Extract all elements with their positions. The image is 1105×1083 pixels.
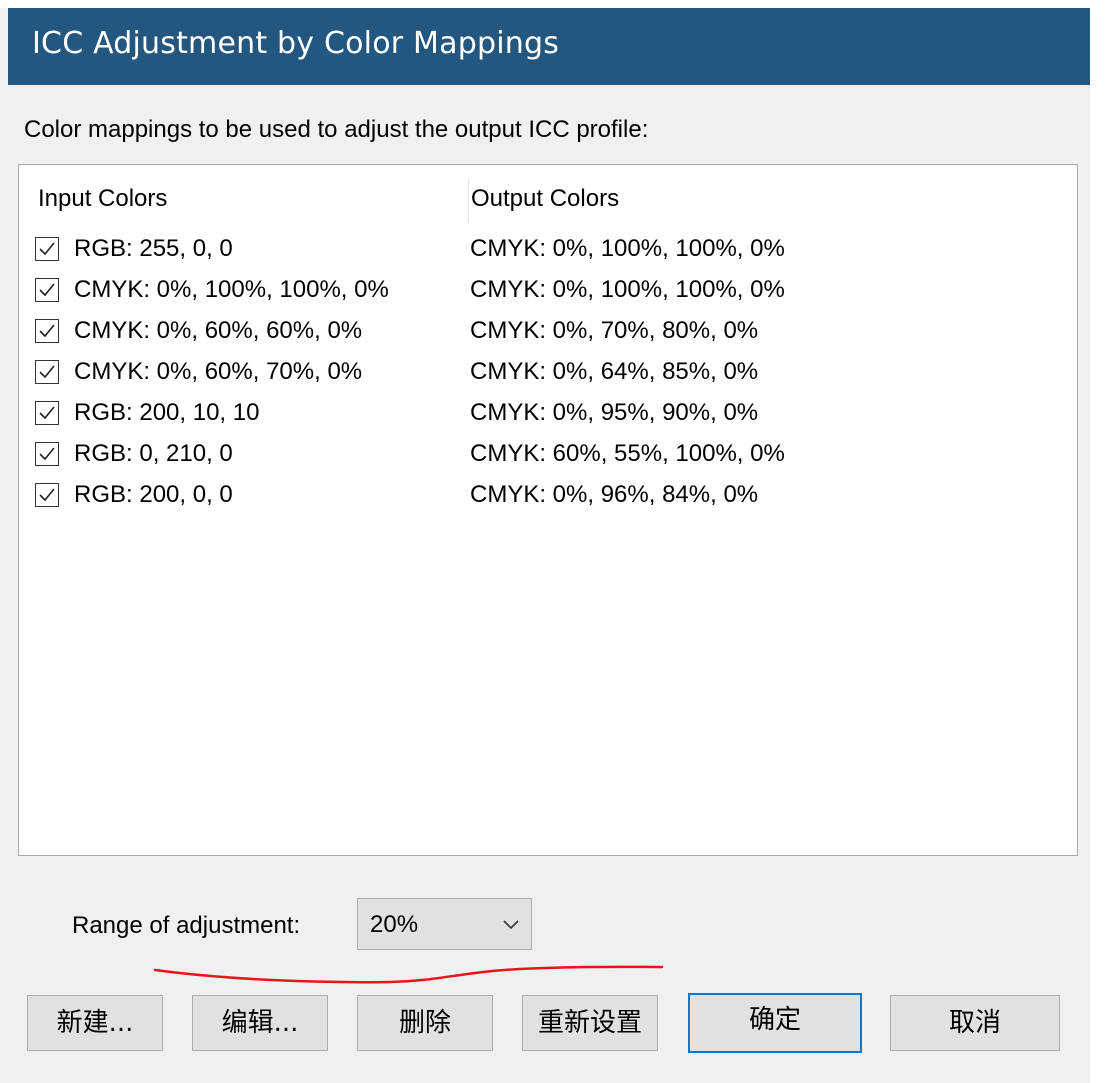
icc-adjustment-dialog: ICC Adjustment by Color Mappings Color m… [0,0,1105,1083]
edit-button[interactable]: 编辑... [192,995,328,1051]
cancel-button[interactable]: 取消 [890,995,1060,1051]
red-annotation-underline [153,965,664,984]
reset-button[interactable]: 重新设置 [522,995,658,1051]
ok-button[interactable]: 确定 [688,993,862,1053]
new-button[interactable]: 新建... [27,995,163,1051]
delete-button[interactable]: 删除 [357,995,493,1051]
